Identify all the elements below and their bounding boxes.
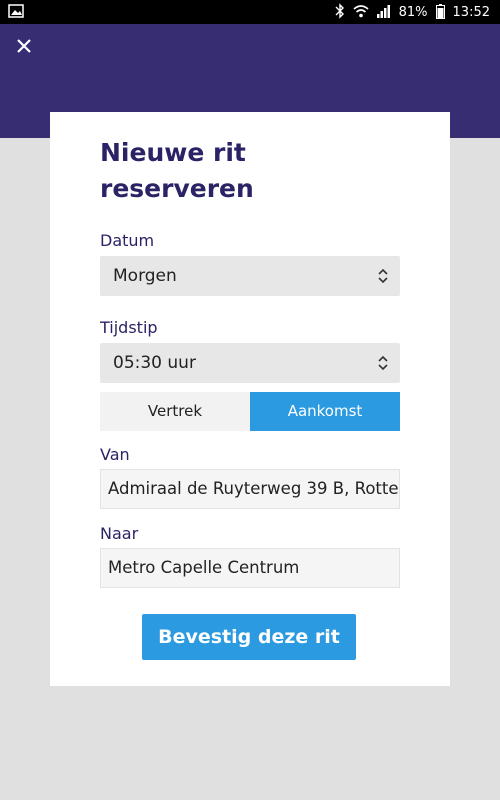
status-bar: 81% 13:52	[0, 0, 500, 24]
time-label: Tijdstip	[100, 318, 158, 337]
booking-card: Nieuwe rit reserveren Datum Morgen Tijds…	[50, 112, 450, 686]
from-label: Van	[100, 445, 130, 464]
page-title: Nieuwe rit reserveren	[100, 138, 254, 203]
time-select[interactable]: 05:30 uur	[100, 343, 400, 383]
battery-icon	[435, 3, 445, 22]
bluetooth-icon	[335, 3, 345, 22]
departure-option[interactable]: Vertrek	[100, 392, 250, 431]
arrival-option[interactable]: Aankomst	[250, 392, 400, 431]
confirm-ride-button[interactable]: Bevestig deze rit	[142, 614, 356, 660]
time-value: 05:30 uur	[113, 353, 196, 373]
date-select[interactable]: Morgen	[100, 256, 400, 296]
to-label: Naar	[100, 524, 139, 543]
clock: 13:52	[452, 5, 490, 20]
chevron-up-down-icon	[378, 355, 388, 371]
chevron-up-down-icon	[378, 268, 388, 284]
battery-percent: 81%	[398, 5, 428, 20]
departure-arrival-toggle: Vertrek Aankomst	[100, 392, 400, 431]
signal-icon	[376, 4, 391, 21]
to-field[interactable]: Metro Capelle Centrum	[100, 548, 400, 588]
image-icon	[8, 4, 24, 21]
from-field[interactable]: Admiraal de Ruyterweg 39 B, Rotterdam	[100, 469, 400, 509]
date-label: Datum	[100, 231, 155, 250]
wifi-icon	[353, 4, 369, 21]
date-value: Morgen	[113, 266, 177, 286]
close-icon[interactable]	[12, 34, 36, 58]
